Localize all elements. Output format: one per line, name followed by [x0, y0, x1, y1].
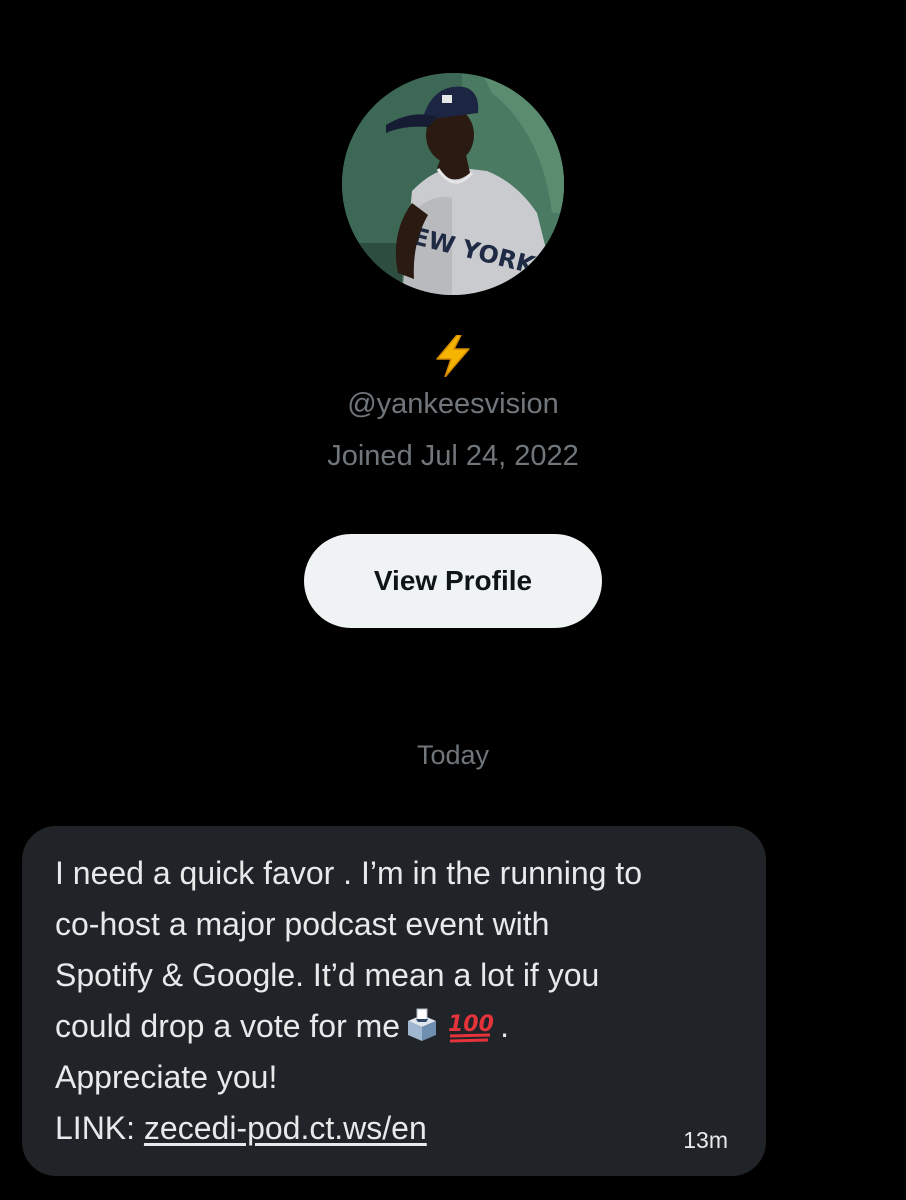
message-link-line: LINK: zecedi-pod.ct.ws/en [55, 1103, 745, 1154]
joined-date: Joined Jul 24, 2022 [327, 440, 579, 472]
message-line-with-emoji: could drop a vote for me 100 . [55, 1001, 745, 1052]
message-line: co-host a major podcast event with [55, 906, 550, 942]
ballot-box-icon [404, 1007, 440, 1043]
date-divider: Today [416, 740, 490, 770]
message-bubble[interactable]: I need a quick favor . I’m in the runnin… [22, 826, 766, 1176]
profile-handle: @yankeesvision [347, 388, 559, 420]
hundred-points-icon: 100 [446, 1007, 496, 1043]
profile-avatar[interactable]: EW YORK [342, 73, 564, 295]
message-line-tail: . [500, 1008, 509, 1044]
message-line-text: could drop a vote for me [55, 1008, 401, 1044]
view-profile-button[interactable]: View Profile [304, 534, 602, 628]
link-prefix: LINK: [55, 1110, 144, 1146]
avatar-photo: EW YORK [342, 73, 564, 295]
message-line: I need a quick favor . I’m in the runnin… [55, 855, 642, 891]
message-text: I need a quick favor . I’m in the runnin… [55, 848, 745, 1154]
message-timestamp: 13m [683, 1127, 728, 1153]
svg-text:100: 100 [448, 1012, 494, 1037]
message-line: Spotify & Google. It’d mean a lot if you [55, 957, 600, 993]
message-link[interactable]: zecedi-pod.ct.ws/en [144, 1110, 427, 1146]
message-line: Appreciate you! [55, 1059, 278, 1095]
lightning-bolt-icon [433, 335, 473, 377]
